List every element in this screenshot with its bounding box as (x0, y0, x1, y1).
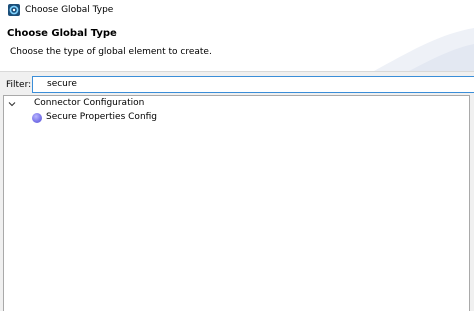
chevron-down-icon[interactable] (8, 100, 16, 108)
app-icon (8, 4, 20, 16)
tree-category-label: Connector Configuration (34, 98, 145, 108)
type-tree[interactable]: Connector Configuration Secure Propertie… (3, 95, 470, 311)
filter-input[interactable] (32, 76, 474, 93)
tree-category-connector-configuration[interactable]: Connector Configuration (4, 96, 204, 110)
window-title: Choose Global Type (25, 5, 114, 15)
dialog-header: Choose Global Type Choose the type of gl… (0, 22, 474, 71)
header-description: Choose the type of global element to cre… (10, 47, 212, 57)
tree-item-secure-properties-config[interactable]: Secure Properties Config (4, 110, 204, 125)
tree-item-label: Secure Properties Config (46, 112, 158, 122)
header-title: Choose Global Type (7, 28, 117, 39)
filter-label: Filter: (6, 80, 32, 90)
config-dot-icon (32, 113, 42, 123)
header-decoration (374, 28, 474, 71)
title-bar: Choose Global Type (0, 0, 474, 22)
